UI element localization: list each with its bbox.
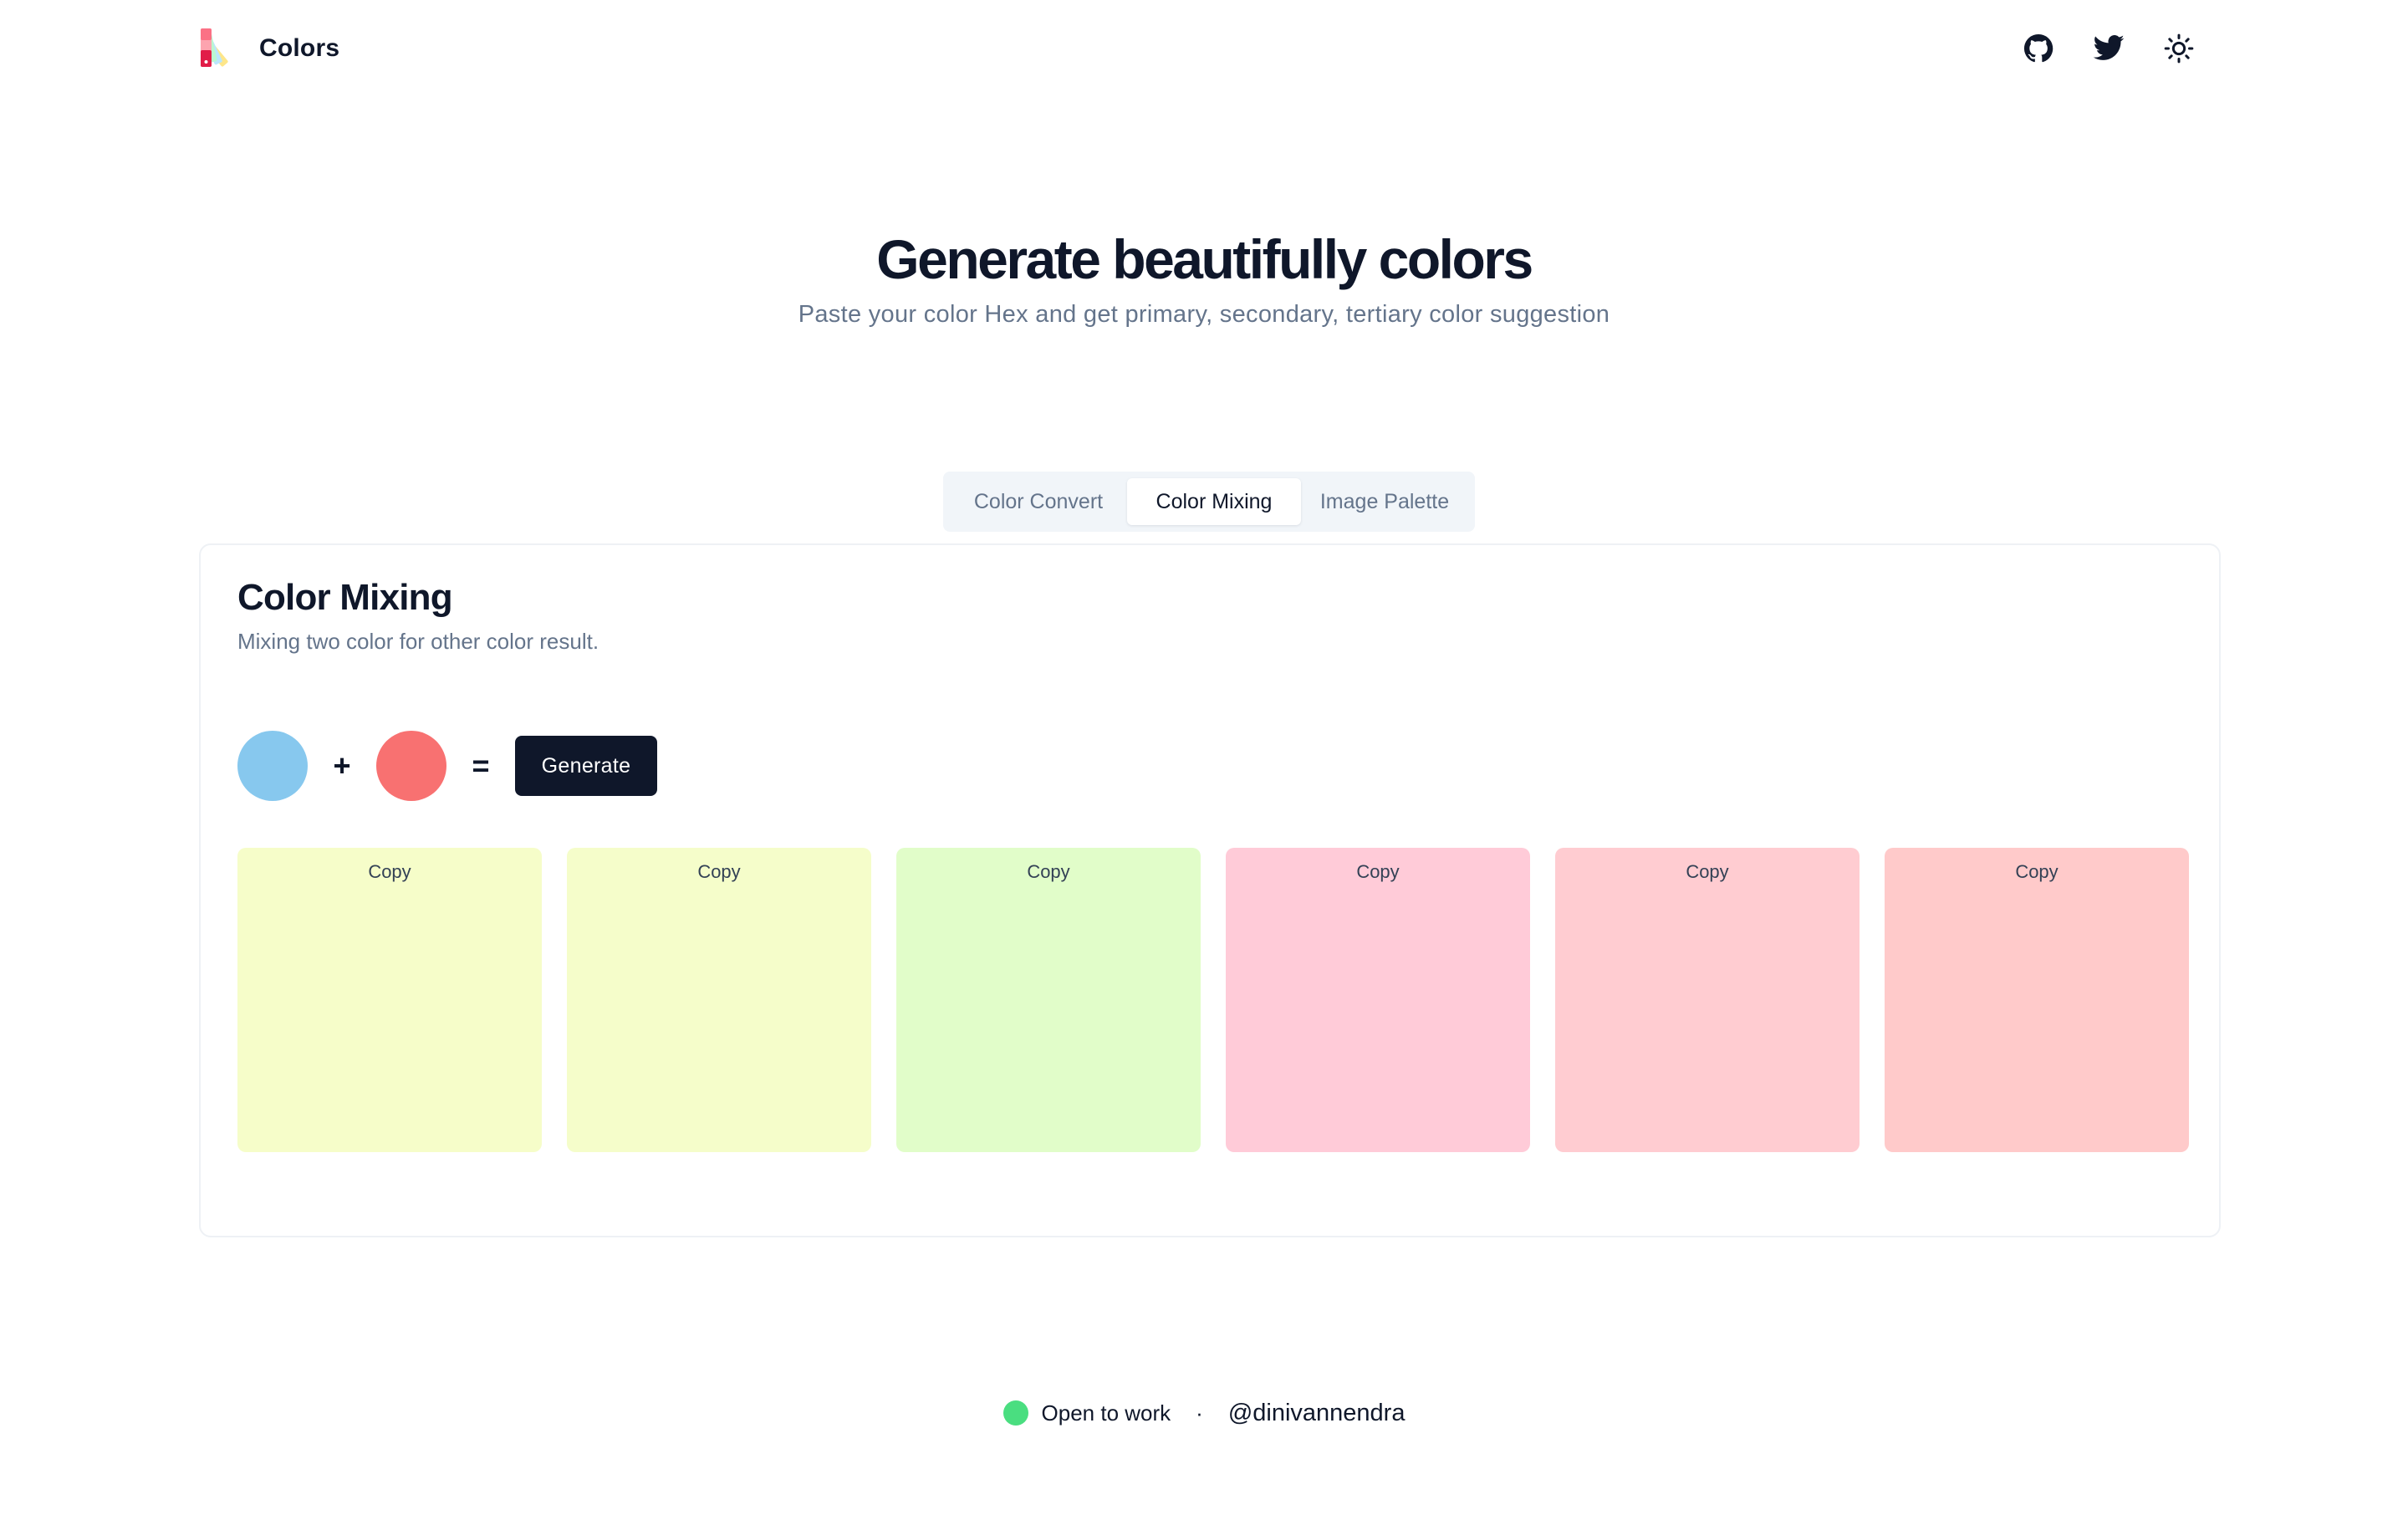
author-handle-link[interactable]: @dinivannendra (1228, 1400, 1406, 1427)
brand-link[interactable]: Colors (199, 25, 339, 72)
result-swatch[interactable]: Copy (237, 848, 542, 1152)
copy-label[interactable]: Copy (1226, 861, 1530, 883)
tab-color-mixing[interactable]: Color Mixing (1127, 478, 1301, 525)
sun-icon[interactable] (2162, 32, 2196, 65)
result-swatches: Copy Copy Copy Copy Copy Copy (237, 848, 2189, 1152)
copy-label[interactable]: Copy (1885, 861, 2189, 883)
header: Colors (199, 23, 2209, 74)
mixer-row: + = Generate (237, 731, 657, 801)
tab-image-palette[interactable]: Image Palette (1301, 478, 1468, 525)
result-swatch[interactable]: Copy (896, 848, 1201, 1152)
hero-title: Generate beautifully colors (876, 228, 1533, 290)
page: Colors Generate beautifully colors Paste… (0, 0, 2408, 1520)
hero: Generate beautifully colors Paste your c… (0, 226, 2408, 329)
result-swatch[interactable]: Copy (1555, 848, 1860, 1152)
result-swatch[interactable]: Copy (1226, 848, 1530, 1152)
status-text: Open to work (1041, 1400, 1171, 1426)
tab-list: Color Convert Color Mixing Image Palette (943, 472, 1475, 532)
card-title: Color Mixing (237, 577, 453, 618)
tab-color-convert[interactable]: Color Convert (950, 478, 1127, 525)
header-actions (2022, 32, 2209, 65)
equals-sign: = (472, 748, 490, 783)
copy-label[interactable]: Copy (1555, 861, 1860, 883)
palette-logo-icon (201, 28, 228, 67)
color-a-picker[interactable] (237, 731, 308, 801)
plus-sign: + (333, 748, 351, 783)
color-mixing-card: Color Mixing Mixing two color for other … (199, 543, 2221, 1237)
copy-label[interactable]: Copy (237, 861, 542, 883)
card-description: Mixing two color for other color result. (237, 629, 599, 654)
footer-separator: · (1196, 1400, 1203, 1426)
hero-subtitle: Paste your color Hex and get primary, se… (798, 301, 1610, 328)
github-icon[interactable] (2022, 32, 2055, 65)
result-swatch[interactable]: Copy (567, 848, 871, 1152)
color-b-picker[interactable] (376, 731, 446, 801)
brand-name: Colors (259, 34, 340, 62)
twitter-icon[interactable] (2092, 32, 2125, 65)
result-swatch[interactable]: Copy (1885, 848, 2189, 1152)
generate-button[interactable]: Generate (515, 736, 657, 796)
copy-label[interactable]: Copy (896, 861, 1201, 883)
copy-label[interactable]: Copy (567, 861, 871, 883)
status-dot-icon (1002, 1400, 1028, 1426)
footer: Open to work · @dinivannendra (0, 1395, 2408, 1431)
